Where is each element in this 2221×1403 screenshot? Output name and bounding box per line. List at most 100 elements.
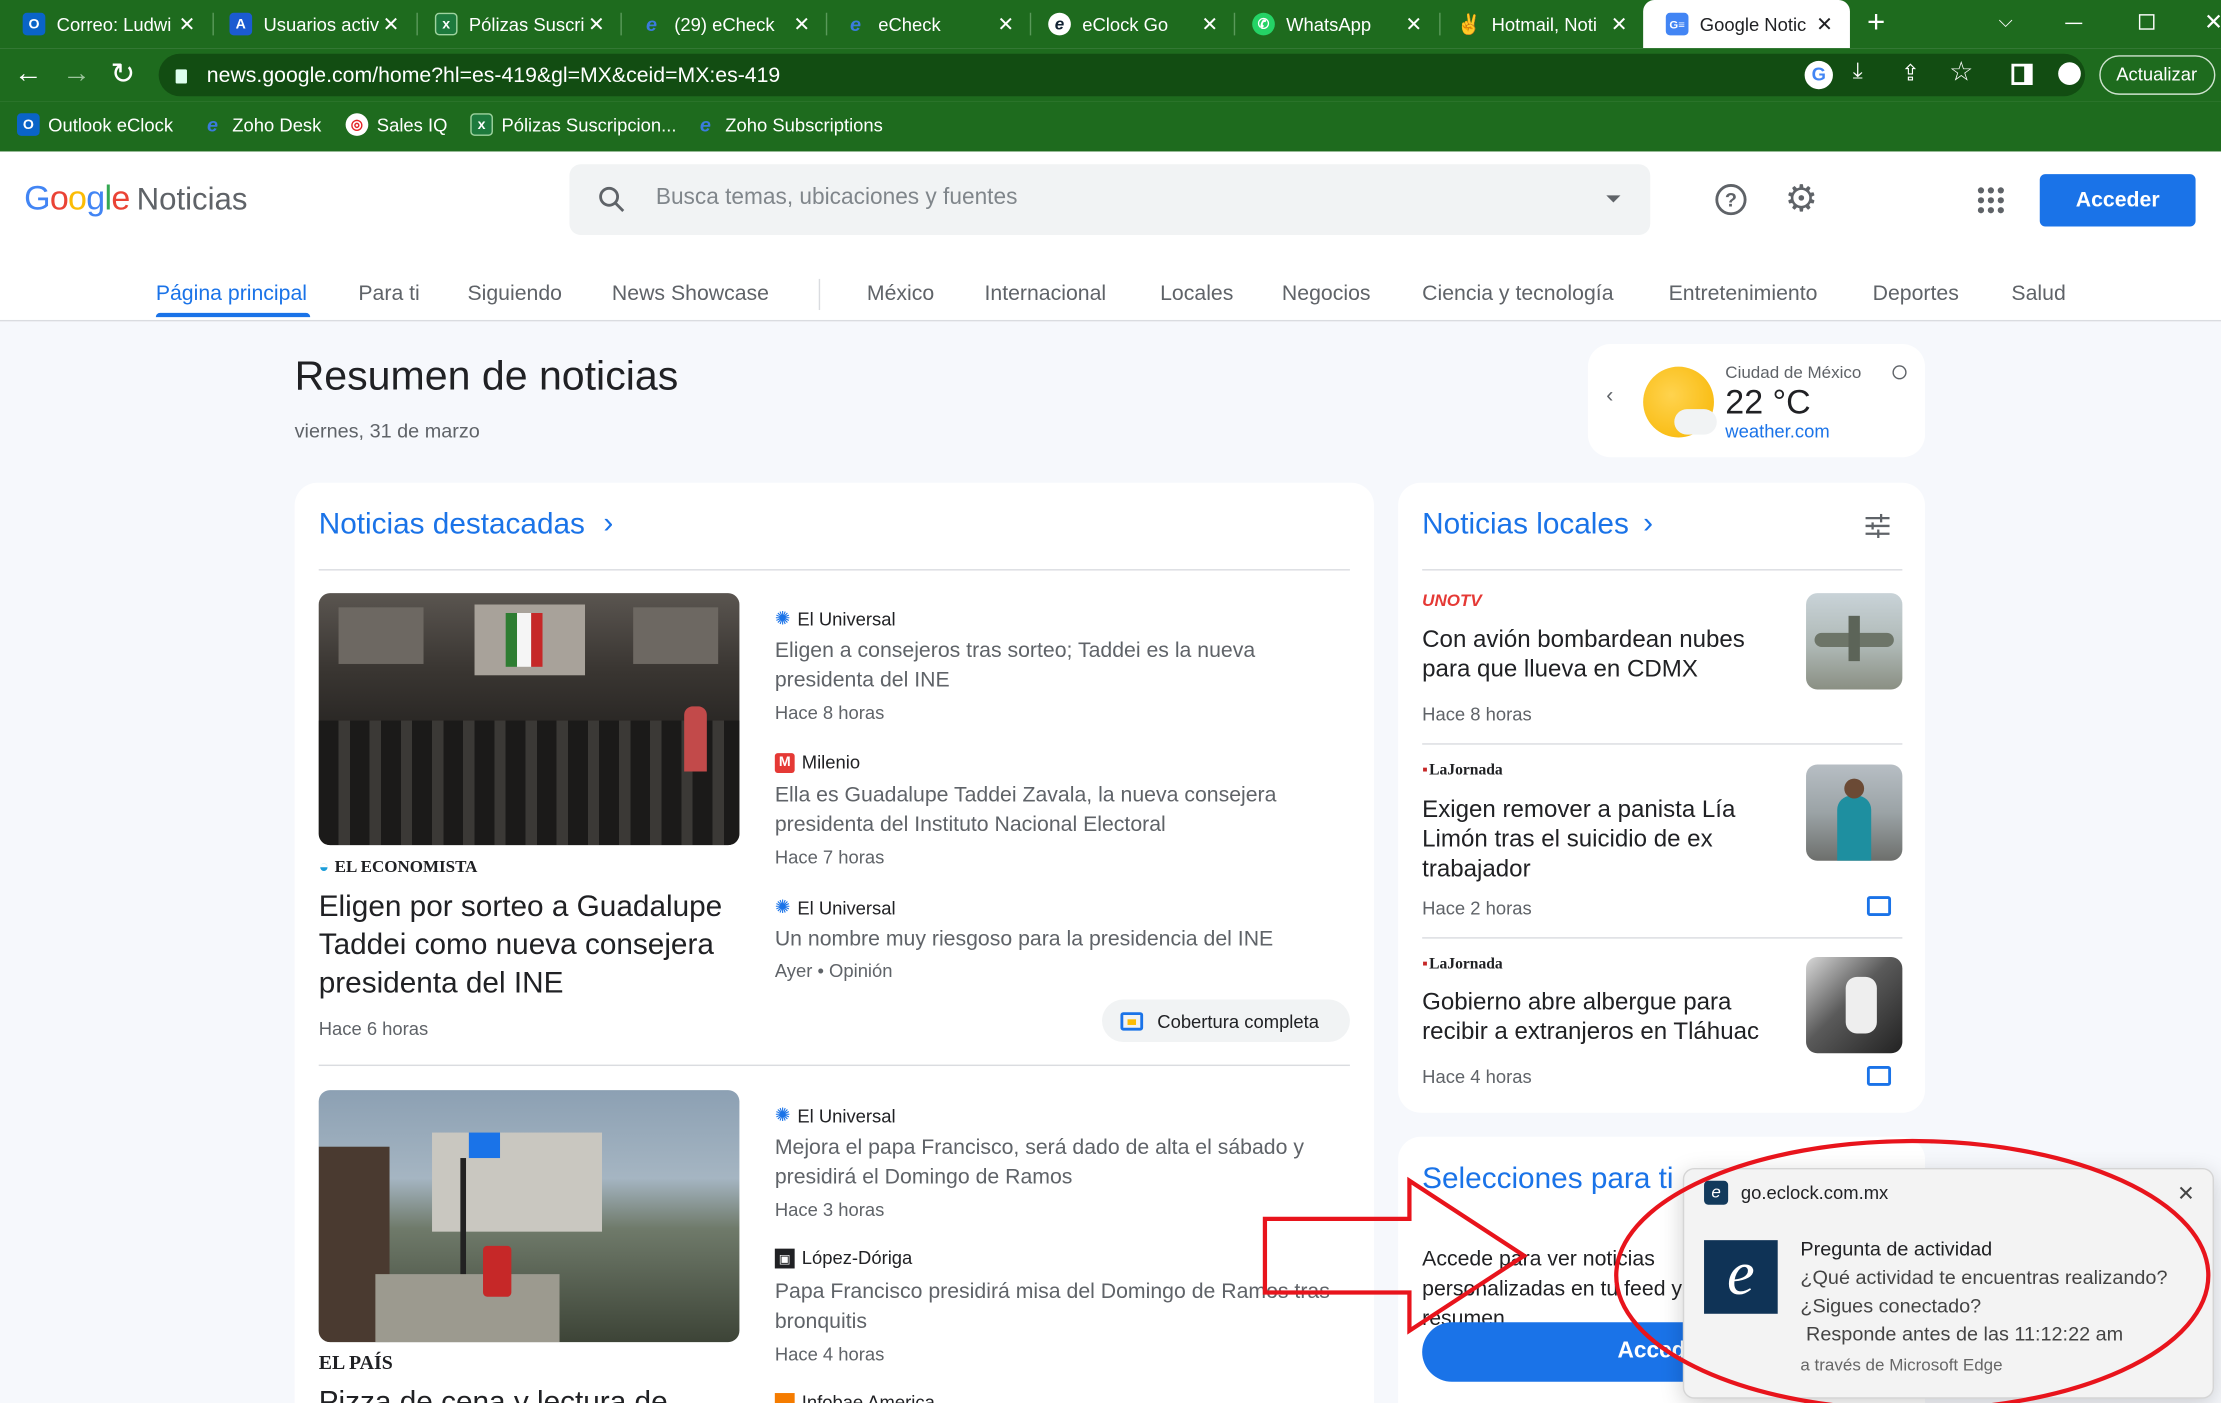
tab-usuarios[interactable]: A Usuarios activ ✕ (207, 0, 417, 48)
related1-title[interactable]: Eligen a consejeros tras sorteo; Taddei … (775, 636, 1356, 695)
related3-source[interactable]: ✺ El Universal (775, 896, 896, 919)
search-icon[interactable] (598, 185, 626, 213)
local3-image[interactable] (1806, 957, 1903, 1054)
close-tab-icon[interactable]: ✕ (1608, 12, 1631, 36)
weather-card[interactable]: ‹ Ciudad de México 22 °C weather.com (1587, 344, 1926, 458)
restore-button[interactable] (2138, 14, 2155, 30)
local-news-card: Noticias locales › UNOTV Con avión bomba… (1398, 482, 1926, 1113)
url-bar[interactable]: news.google.com/home?hl=es-419&gl=MX&cei… (158, 53, 2086, 97)
bookmark-star-icon[interactable]: ☆ (1949, 57, 1973, 90)
tab-echeck-29[interactable]: e (29) eCheck ✕ (618, 0, 828, 48)
forward-icon[interactable]: → (62, 58, 90, 91)
related4-source[interactable]: ✺ El Universal (775, 1104, 896, 1127)
zoho-desk-icon: e (206, 113, 218, 136)
nav-deportes[interactable]: Deportes (1873, 282, 1959, 306)
tab-search-chevron-icon[interactable]: ⌵ (1999, 10, 2013, 33)
google-news-logo[interactable]: Google Noticias (24, 180, 247, 220)
nav-salud[interactable]: Salud (2011, 282, 2065, 306)
story2-headline[interactable]: Pizza de cena y lectura de (319, 1383, 744, 1403)
tab-polizas[interactable]: x Pólizas Suscri ✕ (412, 0, 622, 48)
local2-title[interactable]: Exigen remover a panista Lía Limón tras … (1422, 794, 1769, 883)
nav-pagina-principal[interactable]: Página principal (156, 282, 307, 306)
apps-grid-icon[interactable] (1977, 187, 2004, 214)
full-coverage-icon[interactable] (1866, 1066, 1892, 1086)
side-panel-icon[interactable] (2011, 63, 2033, 85)
story2-source[interactable]: EL PAÍS (319, 1353, 393, 1376)
google-lens-icon[interactable]: G (1804, 60, 1833, 90)
bookmark-zoho-subscriptions[interactable]: e Zoho Subscriptions (694, 113, 883, 136)
related5-source[interactable]: ▣ López-Dóriga (774, 1247, 912, 1268)
local2-source[interactable]: ▪ LaJornada (1422, 762, 1503, 779)
full-coverage-icon[interactable] (1866, 896, 1892, 916)
related1-source[interactable]: ✺ El Universal (775, 607, 896, 630)
close-tab-icon[interactable]: ✕ (380, 12, 403, 36)
nav-entretenimiento[interactable]: Entretenimiento (1669, 282, 1818, 306)
nav-locales[interactable]: Locales (1160, 282, 1233, 306)
bookmark-outlook-eclock[interactable]: O Outlook eClock (16, 113, 173, 136)
top-stories-chevron-icon[interactable]: › (603, 507, 613, 541)
tab-hotmail[interactable]: ✌ Hotmail, Noti ✕ (1435, 0, 1645, 48)
search-dropdown-icon[interactable] (1606, 195, 1621, 203)
new-tab-button[interactable]: + (1867, 4, 1885, 41)
tab-eclock-go[interactable]: e eClock Go ✕ (1026, 0, 1236, 48)
close-tab-icon[interactable]: ✕ (1813, 12, 1836, 36)
story1-image[interactable] (318, 593, 740, 846)
nav-siguiendo[interactable]: Siguiendo (467, 282, 562, 306)
story1-source[interactable]: ◒ EL ECONOMISTA (319, 856, 478, 877)
nav-news-showcase[interactable]: News Showcase (612, 282, 769, 306)
close-tab-icon[interactable]: ✕ (176, 12, 199, 36)
story1-headline[interactable]: Eligen por sorteo a Guadalupe Taddei com… (319, 888, 744, 1003)
close-tab-icon[interactable]: ✕ (585, 12, 608, 36)
local3-title[interactable]: Gobierno abre albergue para recibir a ex… (1422, 987, 1769, 1046)
related2-source[interactable]: M Milenio (774, 752, 860, 773)
close-tab-icon[interactable]: ✕ (790, 12, 813, 36)
related6-source[interactable]: Infobae America (774, 1392, 935, 1403)
share-icon[interactable]: ⇪ (1901, 59, 1920, 87)
close-tab-icon[interactable]: ✕ (1402, 12, 1425, 36)
related1-time: Hace 8 horas (774, 702, 885, 724)
local-news-heading[interactable]: Noticias locales (1422, 508, 1629, 542)
close-tab-icon[interactable]: ✕ (994, 12, 1017, 36)
top-stories-heading[interactable]: Noticias destacadas (319, 508, 585, 542)
related3-title[interactable]: Un nombre muy riesgoso para la presidenc… (775, 924, 1356, 954)
nav-para-ti[interactable]: Para ti (358, 282, 419, 306)
settings-gear-icon[interactable]: ⚙ (1785, 177, 1818, 221)
nav-ciencia-tecnologia[interactable]: Ciencia y tecnología (1422, 282, 1613, 306)
local2-image[interactable] (1806, 764, 1903, 861)
help-icon[interactable]: ? (1715, 184, 1747, 216)
local1-image[interactable] (1806, 593, 1903, 690)
local2-time: Hace 2 horas (1422, 897, 1532, 919)
update-button[interactable]: Actualizar (2099, 55, 2216, 95)
signin-button[interactable]: Acceder (2039, 174, 2196, 227)
weather-source-link[interactable]: weather.com (1725, 420, 1829, 441)
local-news-chevron-icon[interactable]: › (1643, 507, 1653, 541)
story2-image[interactable] (318, 1090, 740, 1343)
tab-outlook[interactable]: O Correo: Ludwi ✕ (0, 0, 212, 48)
tab-echeck[interactable]: e eCheck ✕ (822, 0, 1032, 48)
tab-google-news[interactable]: G≡ Google Notic ✕ (1643, 0, 1850, 49)
location-icon (1892, 365, 1907, 380)
tab-whatsapp[interactable]: ✆ WhatsApp ✕ (1230, 0, 1440, 48)
back-icon[interactable]: ← (14, 58, 42, 91)
tune-settings-icon[interactable] (1865, 513, 1890, 538)
close-window-button[interactable]: ✕ (2204, 8, 2221, 36)
nav-mexico[interactable]: México (867, 282, 934, 306)
bookmark-sales-iq[interactable]: ◎ Sales IQ (345, 113, 447, 136)
search-box[interactable]: Busca temas, ubicaciones y fuentes (569, 164, 1651, 236)
profile-icon[interactable] (2058, 62, 2081, 85)
bookmark-polizas[interactable]: x Pólizas Suscripcion... (470, 113, 676, 136)
reload-icon[interactable]: ↻ (110, 57, 135, 92)
install-app-icon[interactable]: ⤓ (1853, 59, 1863, 84)
bookmark-zoho-desk[interactable]: e Zoho Desk (201, 113, 321, 136)
eclock-icon: e (1048, 12, 1071, 36)
local3-source[interactable]: ▪ LaJornada (1422, 956, 1503, 973)
nav-internacional[interactable]: Internacional (984, 282, 1106, 306)
nav-negocios[interactable]: Negocios (1282, 282, 1371, 306)
close-tab-icon[interactable]: ✕ (1198, 12, 1221, 36)
local1-source[interactable]: UNOTV (1422, 590, 1481, 610)
related2-title[interactable]: Ella es Guadalupe Taddei Zavala, la nuev… (775, 780, 1356, 839)
minimize-button[interactable] (2065, 22, 2083, 25)
local1-title[interactable]: Con avión bombardean nubes para que llue… (1422, 624, 1769, 683)
full-coverage-button[interactable]: Cobertura completa (1102, 999, 1350, 1042)
weather-prev-chevron-icon[interactable]: ‹ (1606, 384, 1613, 408)
